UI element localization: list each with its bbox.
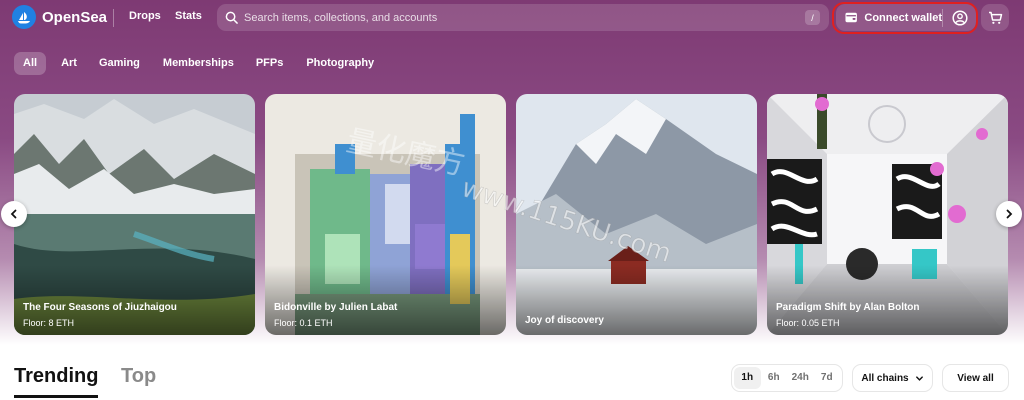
- category-memberships[interactable]: Memberships: [163, 52, 234, 75]
- chevron-down-icon: [915, 375, 923, 381]
- nav-drops-link[interactable]: Drops: [129, 10, 161, 22]
- chevron-right-icon: [1006, 209, 1013, 219]
- nav-stats-link[interactable]: Stats: [175, 10, 202, 22]
- tab-trending[interactable]: Trending: [14, 365, 98, 388]
- chains-label: All chains: [861, 372, 909, 384]
- category-pfps[interactable]: PFPs: [256, 52, 284, 75]
- nav-divider: [113, 9, 114, 27]
- profile-icon: [951, 9, 968, 26]
- search-shortcut-key: /: [805, 10, 820, 25]
- time-range-selector: 1h 6h 24h 7d: [731, 364, 843, 392]
- connect-wallet-label: Connect wallet: [864, 11, 942, 24]
- carousel-next-button[interactable]: [996, 201, 1022, 227]
- cart-icon: [988, 11, 1002, 24]
- active-tab-indicator: [14, 395, 98, 398]
- category-art[interactable]: Art: [61, 52, 77, 75]
- category-filter-bar: All Art Gaming Memberships PFPs Photogra…: [14, 52, 374, 75]
- card-title: The Four Seasons of Jiuzhaigou: [23, 302, 177, 313]
- range-7d[interactable]: 7d: [814, 367, 841, 389]
- range-24h[interactable]: 24h: [787, 367, 814, 389]
- top-navbar: OpenSea Drops Stats / Connect wallet: [0, 0, 1024, 36]
- category-gaming[interactable]: Gaming: [99, 52, 140, 75]
- range-1h[interactable]: 1h: [734, 367, 761, 389]
- category-photography[interactable]: Photography: [306, 52, 374, 75]
- search-icon: [225, 11, 238, 24]
- card-floor-price: Floor: 0.05 ETH: [776, 318, 840, 328]
- brand-name: OpenSea: [42, 8, 108, 26]
- card-title: Bidonville by Julien Labat: [274, 302, 398, 313]
- wallet-profile-group: Connect wallet: [836, 4, 976, 31]
- card-floor-price: Floor: 8 ETH: [23, 318, 75, 328]
- chains-dropdown[interactable]: All chains: [852, 364, 933, 392]
- connect-wallet-button[interactable]: Connect wallet: [836, 4, 942, 31]
- tab-top[interactable]: Top: [121, 365, 156, 388]
- featured-card-3[interactable]: Joy of discovery: [516, 94, 757, 335]
- featured-card-1[interactable]: The Four Seasons of Jiuzhaigou Floor: 8 …: [14, 94, 255, 335]
- cart-button[interactable]: [981, 4, 1009, 31]
- range-6h[interactable]: 6h: [761, 367, 788, 389]
- card-floor-price: Floor: 0.1 ETH: [274, 318, 333, 328]
- search-input[interactable]: [244, 11, 804, 24]
- chevron-left-icon: [10, 209, 17, 219]
- category-all[interactable]: All: [14, 52, 47, 75]
- featured-card-2[interactable]: Bidonville by Julien Labat Floor: 0.1 ET…: [265, 94, 506, 335]
- search-bar[interactable]: /: [217, 4, 829, 31]
- opensea-logo-icon: [12, 5, 36, 29]
- brand-logo[interactable]: OpenSea: [12, 5, 107, 29]
- wallet-icon: [845, 12, 857, 23]
- view-all-button[interactable]: View all: [942, 364, 1009, 392]
- featured-card-4[interactable]: Paradigm Shift by Alan Bolton Floor: 0.0…: [767, 94, 1008, 335]
- carousel-prev-button[interactable]: [1, 201, 27, 227]
- card-title: Paradigm Shift by Alan Bolton: [776, 302, 920, 313]
- card-title: Joy of discovery: [525, 315, 604, 326]
- profile-button[interactable]: [943, 4, 976, 31]
